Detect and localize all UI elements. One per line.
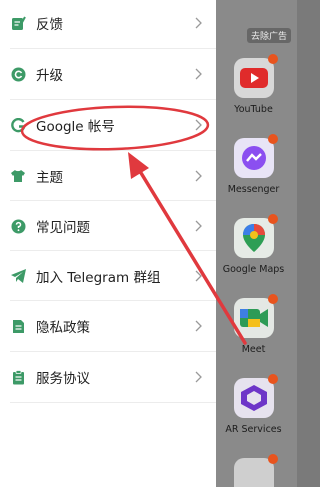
notification-badge [267,294,278,304]
app-google-maps[interactable]: Google Maps [210,214,297,275]
notification-badge [267,54,278,64]
chevron-right-icon [192,169,206,183]
ar-services-icon [233,374,278,418]
app-youtube[interactable]: YouTube [210,54,297,115]
menu-item-label: 升级 [36,68,63,84]
menu-item-upgrade[interactable]: 升级 [0,49,216,99]
maps-icon [233,214,278,258]
youtube-icon [233,54,278,98]
notification-badge [267,134,278,144]
background-app-list: 去除广告 YouTube Messenger Google Maps Meet [210,0,297,487]
app-icon [233,454,278,487]
google-icon [10,117,26,133]
menu-item-google-account[interactable]: Google 帐号 [0,100,216,150]
telegram-icon [10,268,26,284]
menu-item-label: 常见问题 [36,220,90,236]
menu-item-privacy-policy[interactable]: 隐私政策 [0,301,216,351]
document-icon [10,318,26,334]
chevron-right-icon [192,269,206,283]
menu-item-label: 隐私政策 [36,320,90,336]
app-label: YouTube [234,104,273,115]
help-icon [10,218,26,234]
chevron-right-icon [192,16,206,30]
app-partial[interactable] [210,454,297,487]
notification-badge [267,214,278,224]
meet-icon [233,294,278,338]
clipboard-icon [10,369,26,385]
chevron-right-icon [192,219,206,233]
divider [10,402,216,403]
chevron-right-icon [192,370,206,384]
messenger-icon [233,134,278,178]
side-drawer: 反馈 升级 Google 帐号 主题 常见问题 加入 Telegram 群组 隐… [0,0,216,487]
app-label: AR Services [225,424,282,435]
chevron-right-icon [192,67,206,81]
menu-item-label: 服务协议 [36,371,90,387]
menu-item-feedback[interactable]: 反馈 [0,0,216,48]
app-label: Google Maps [222,264,285,275]
menu-item-telegram[interactable]: 加入 Telegram 群组 [0,251,216,301]
feedback-icon [10,15,26,31]
menu-item-theme[interactable]: 主题 [0,151,216,201]
app-meet[interactable]: Meet [210,294,297,355]
app-label: Meet [241,344,266,355]
app-messenger[interactable]: Messenger [210,134,297,195]
notification-badge [267,374,278,384]
menu-item-terms-of-service[interactable]: 服务协议 [0,352,216,402]
menu-item-label: 反馈 [36,17,63,33]
upgrade-icon [10,66,26,82]
chevron-right-icon [192,118,206,132]
chevron-right-icon [192,319,206,333]
remove-ads-tag[interactable]: 去除广告 [246,28,291,43]
menu-item-label: Google 帐号 [36,119,115,135]
shirt-icon [10,168,26,184]
notification-badge [267,454,278,464]
menu-item-faq[interactable]: 常见问题 [0,201,216,251]
app-label: Messenger [227,184,280,195]
menu-item-label: 主题 [36,170,63,186]
app-ar-services[interactable]: AR Services [210,374,297,435]
menu-item-label: 加入 Telegram 群组 [36,270,161,286]
